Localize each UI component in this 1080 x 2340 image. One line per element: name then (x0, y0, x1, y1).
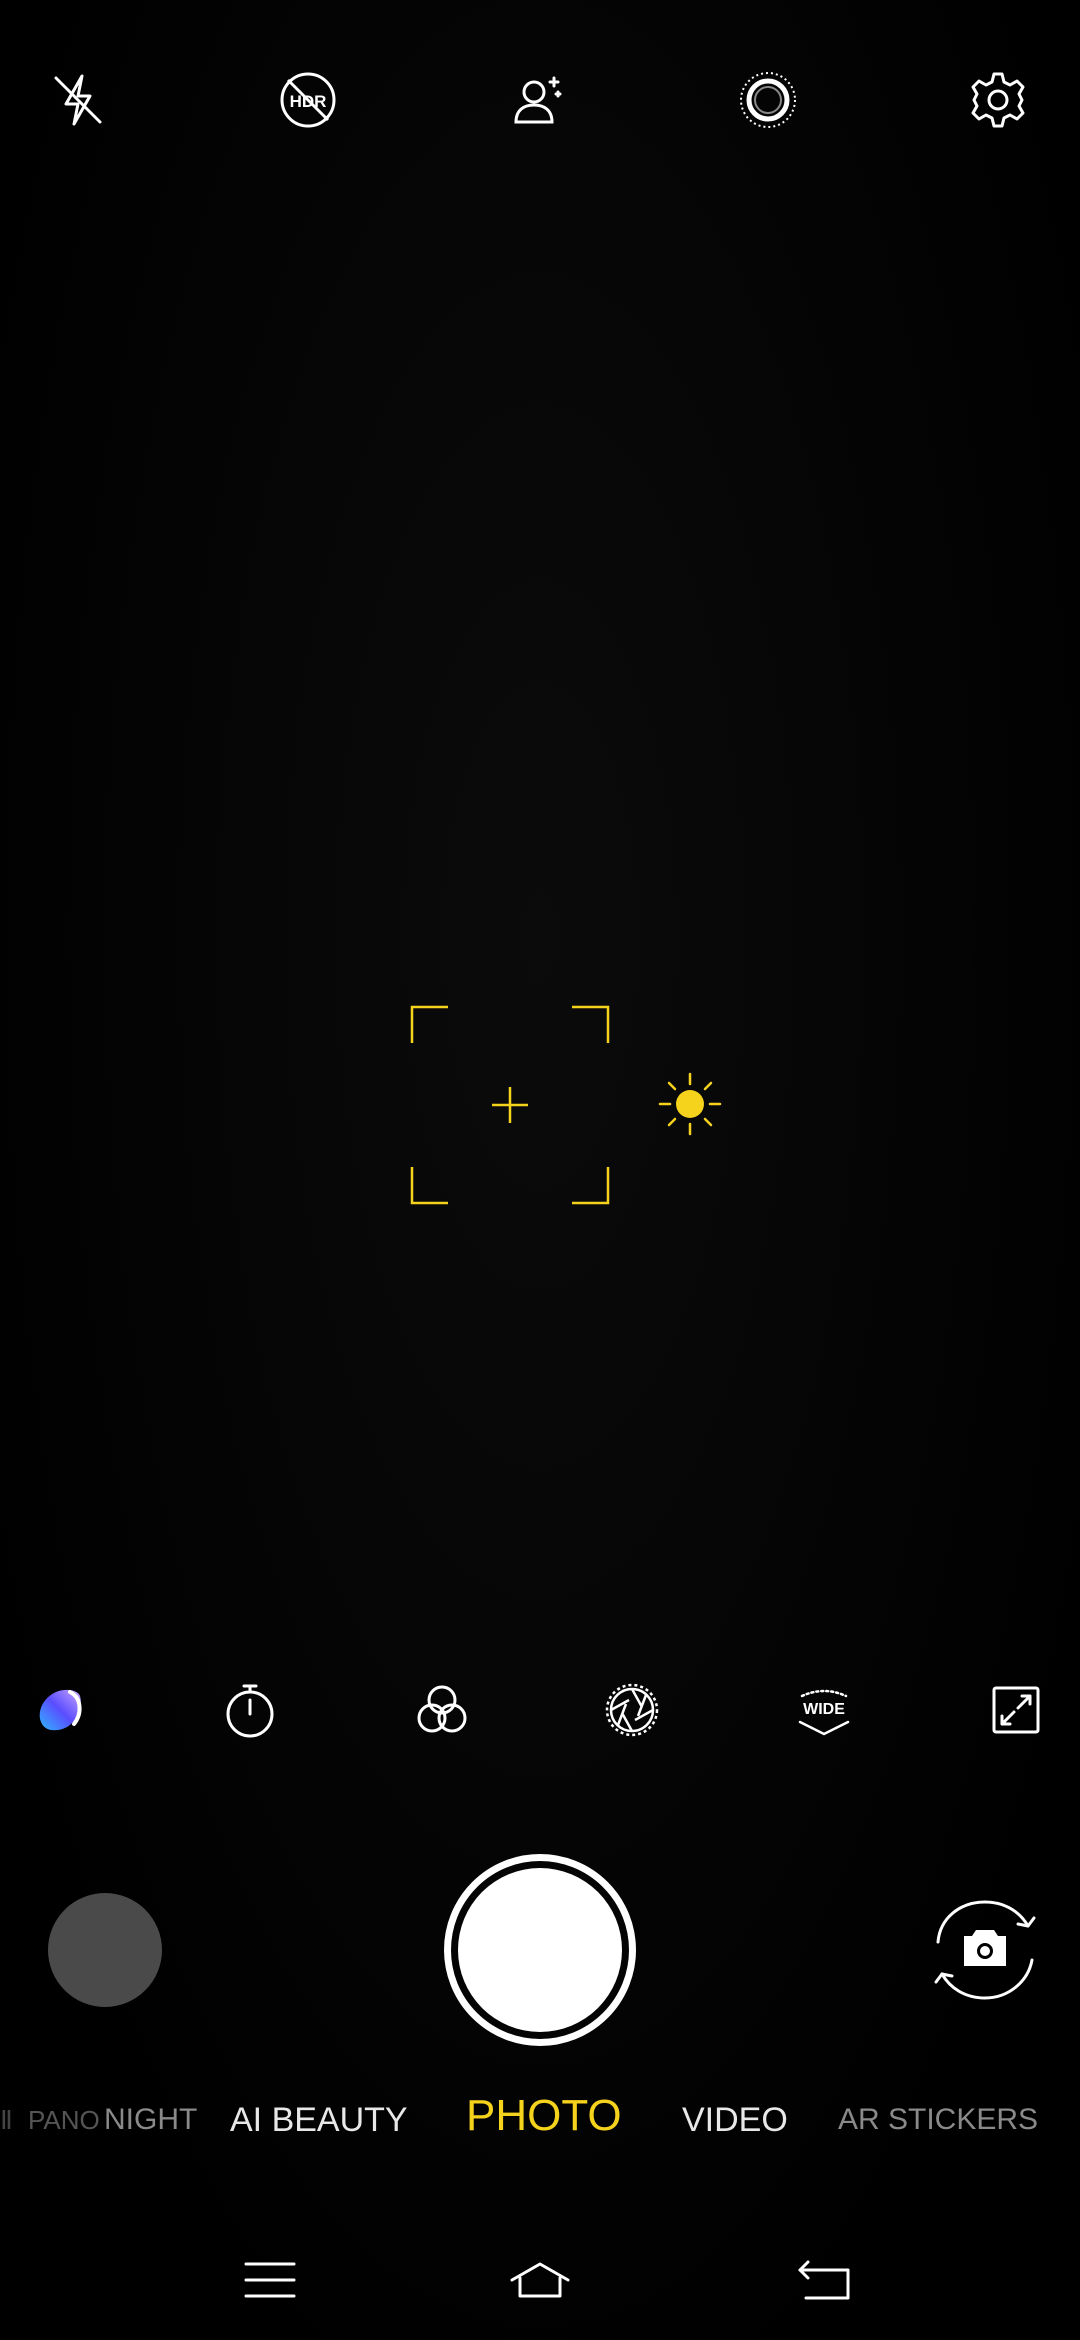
menu-icon[interactable] (220, 2230, 320, 2330)
switch-camera-icon[interactable] (920, 1890, 1050, 2010)
wide-label: WIDE (803, 1701, 845, 1718)
mode-video[interactable]: VIDEO (682, 2090, 788, 2150)
beauty-color-icon[interactable] (20, 1670, 100, 1750)
mode-fragment: Ⅱ (0, 2105, 13, 2135)
mode-selector: Ⅱ PANO NIGHT AI BEAUTY PHOTO VIDEO AR ST… (0, 2090, 1080, 2150)
hdr-off-icon[interactable]: HDR (268, 60, 348, 140)
mode-ai-beauty[interactable]: AI BEAUTY (230, 2090, 408, 2150)
shutter-button[interactable] (444, 1854, 636, 2046)
mode-ar-stickers[interactable]: AR STICKERS (838, 2090, 1038, 2150)
ai-portrait-icon[interactable] (498, 60, 578, 140)
timer-icon[interactable] (210, 1670, 290, 1750)
back-icon[interactable] (774, 2230, 874, 2330)
filters-icon[interactable] (402, 1670, 482, 1750)
aspect-ratio-icon[interactable] (976, 1670, 1056, 1750)
wide-angle-icon[interactable]: WIDE (784, 1670, 864, 1750)
mode-pano[interactable]: PANO (28, 2090, 100, 2150)
shutter-inner (458, 1868, 622, 2032)
gallery-thumbnail[interactable] (48, 1893, 162, 2007)
mode-night[interactable]: NIGHT (104, 2090, 197, 2150)
flash-off-icon[interactable] (38, 60, 118, 140)
home-icon[interactable] (490, 2230, 590, 2330)
aperture-icon[interactable] (592, 1670, 672, 1750)
lens-ring-icon[interactable] (728, 60, 808, 140)
camera-tools-row: WIDE (0, 1670, 1080, 1750)
exposure-sun-icon[interactable] (658, 1072, 722, 1136)
top-controls-bar: HDR (0, 60, 1080, 150)
focus-frame[interactable] (410, 1005, 610, 1205)
system-nav-bar (0, 2230, 1080, 2330)
settings-gear-icon[interactable] (958, 60, 1038, 140)
mode-photo[interactable]: PHOTO (466, 2086, 622, 2146)
